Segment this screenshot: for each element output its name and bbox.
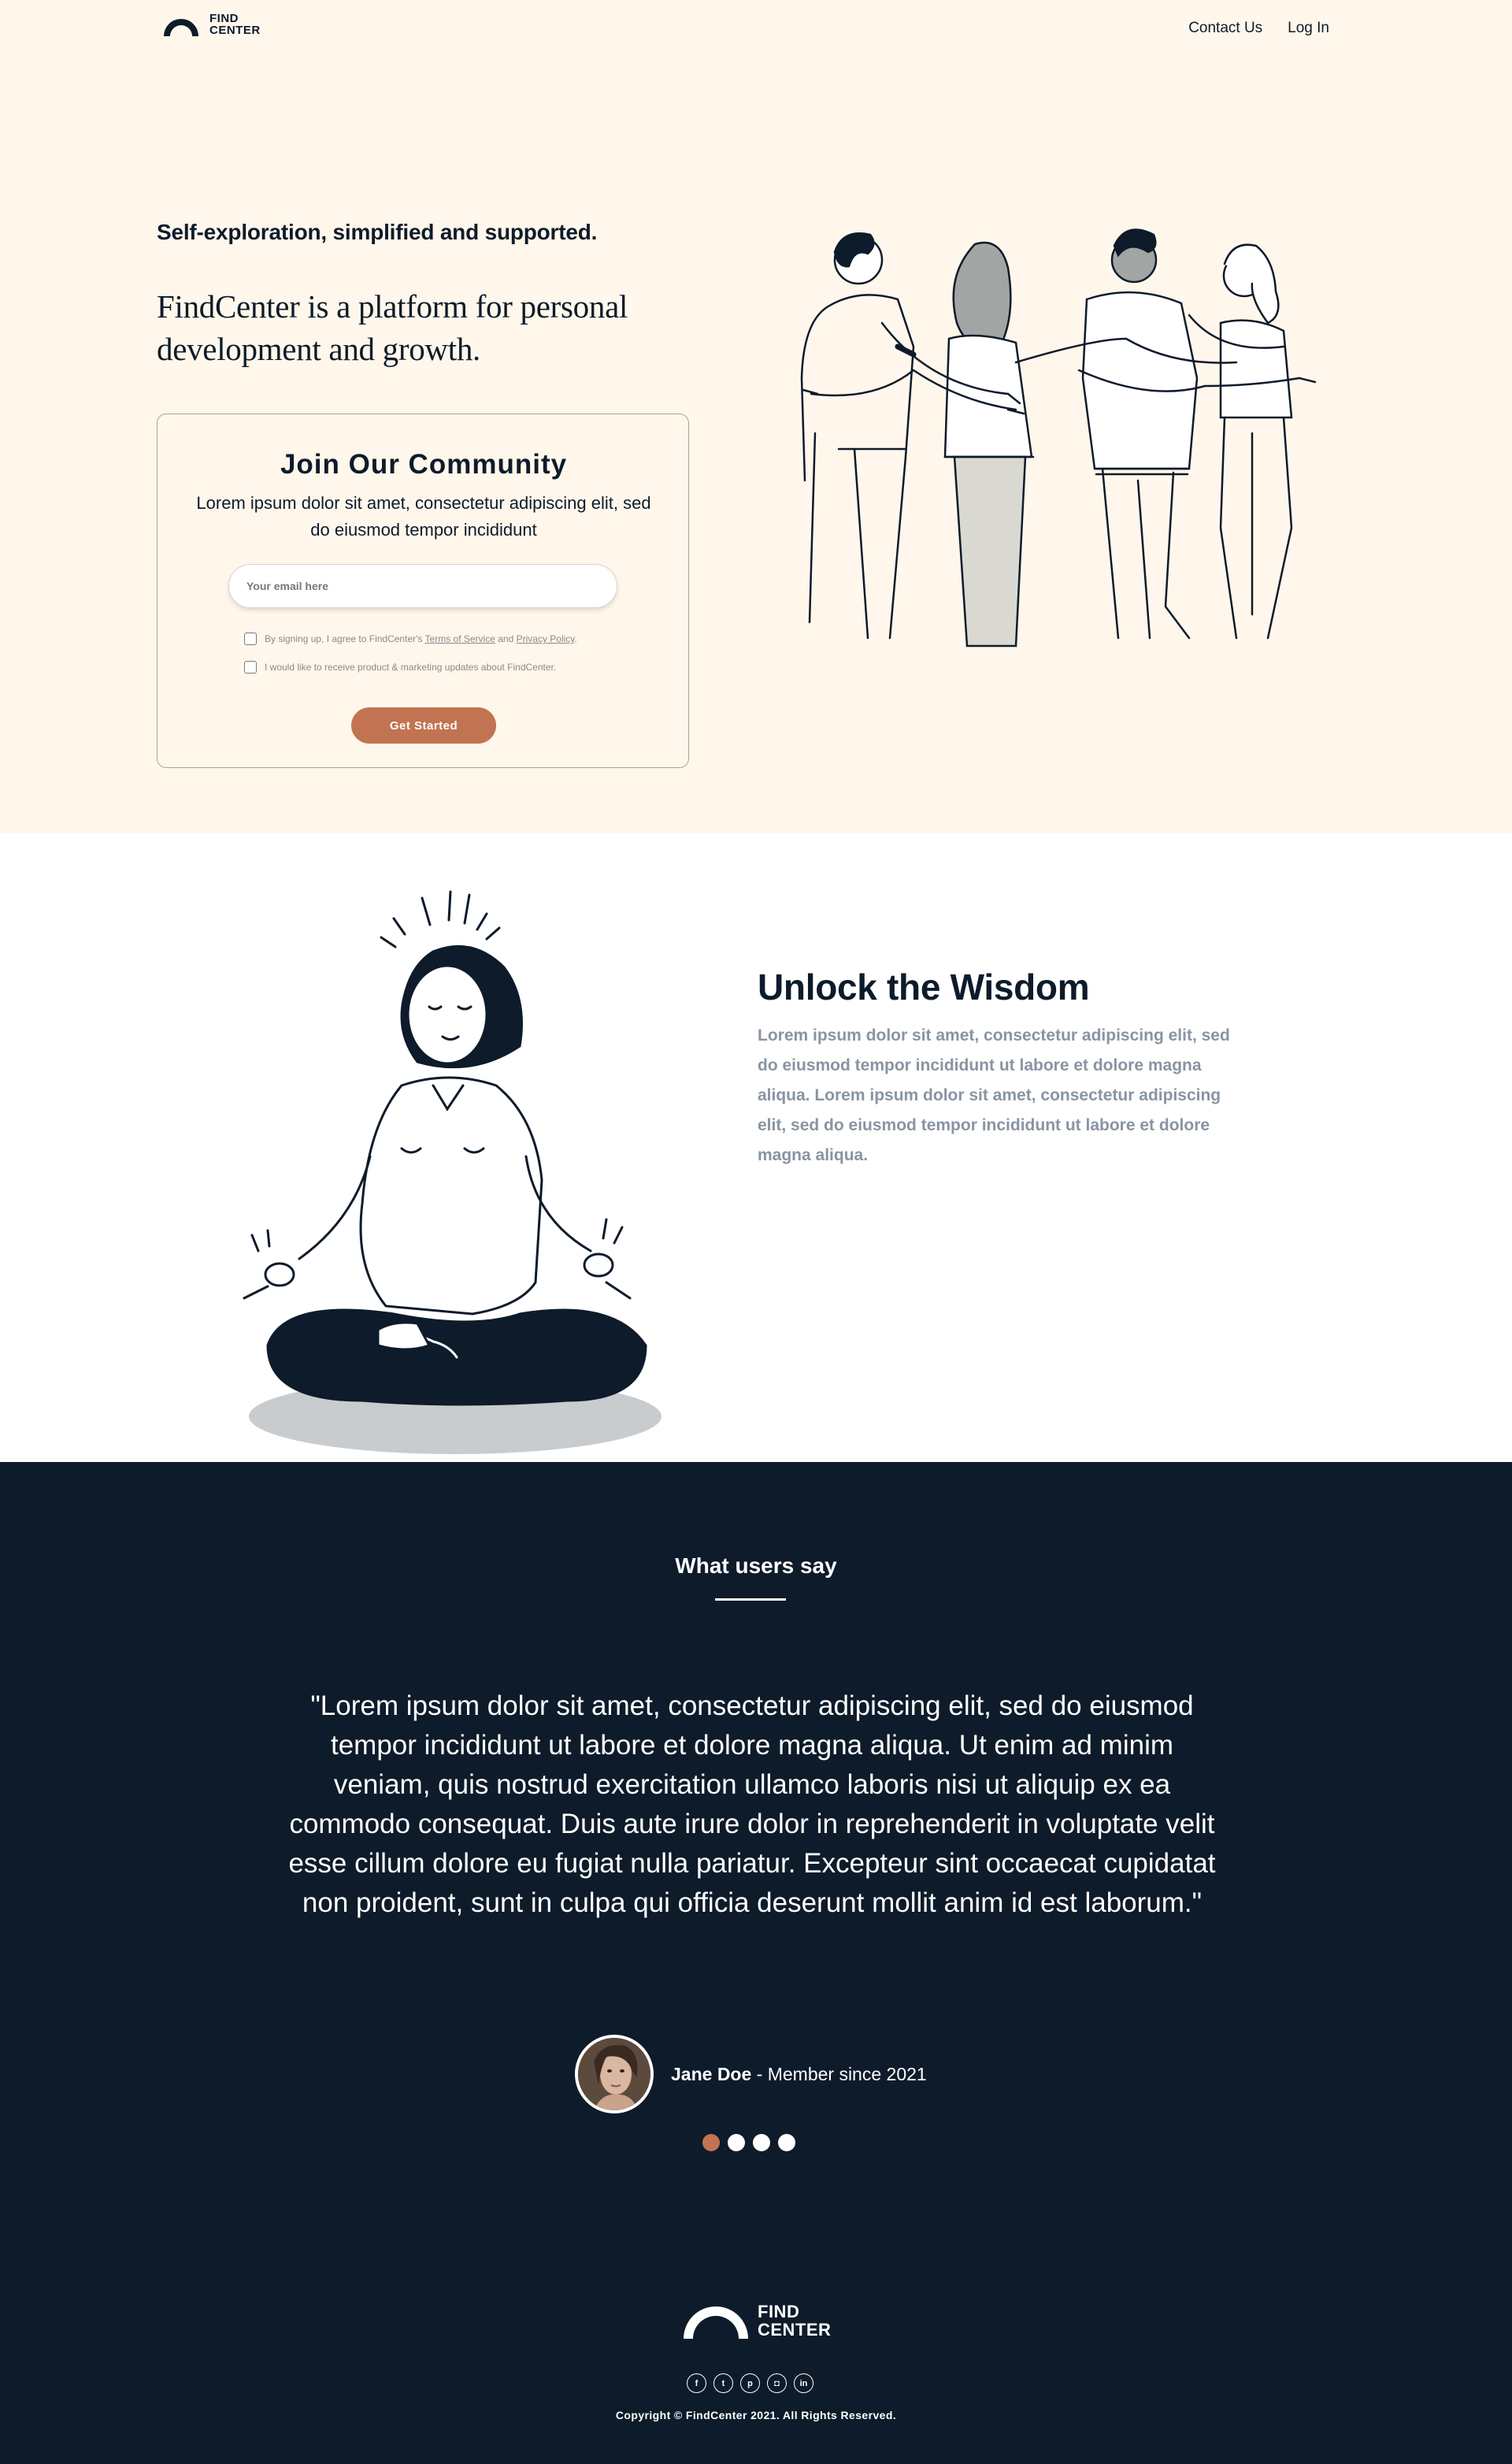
social-links: f t p ◘ in <box>687 2373 813 2393</box>
join-title: Join Our Community <box>280 449 568 480</box>
join-subtitle: Lorem ipsum dolor sit amet, consectetur … <box>196 493 651 540</box>
linkedin-icon[interactable]: in <box>794 2373 813 2393</box>
user-portrait-icon <box>578 2038 650 2110</box>
terms-row: By signing up, I agree to FindCenter's T… <box>244 633 577 645</box>
testimonials-section: What users say "Lorem ipsum dolor sit am… <box>0 1462 1512 2464</box>
brand-line-1: FIND <box>209 12 239 25</box>
logo-arch-icon <box>164 19 198 36</box>
hero-title: FindCenter is a platform for personal de… <box>157 288 628 367</box>
privacy-policy-link[interactable]: Privacy Policy <box>517 633 575 644</box>
author-meta: - Member since 2021 <box>751 2063 927 2084</box>
footer-brand-name: FIND CENTER <box>758 2303 831 2339</box>
twitter-icon[interactable]: t <box>713 2373 733 2393</box>
wisdom-body: Lorem ipsum dolor sit amet, consectetur … <box>758 1026 1230 1164</box>
heading-underline <box>715 1598 786 1601</box>
log-in-link[interactable]: Log In <box>1288 20 1329 37</box>
marketing-text: I would like to receive product & market… <box>265 662 557 673</box>
terms-of-service-link[interactable]: Terms of Service <box>425 633 495 644</box>
terms-and: and <box>498 633 514 644</box>
marketing-row: I would like to receive product & market… <box>244 661 556 674</box>
terms-text: By signing up, I agree to FindCenter's T… <box>265 633 577 644</box>
terms-checkbox[interactable] <box>244 633 257 645</box>
pinterest-icon[interactable]: p <box>740 2373 760 2393</box>
wisdom-title: Unlock the Wisdom <box>758 967 1090 1007</box>
instagram-icon[interactable]: ◘ <box>767 2373 787 2393</box>
meditation-illustration <box>243 890 662 1454</box>
group-hug-illustration <box>800 228 1317 648</box>
carousel-dot-4[interactable] <box>778 2134 795 2151</box>
author-name: Jane Doe <box>671 2063 752 2084</box>
carousel-dots <box>702 2134 795 2151</box>
copyright-text: Copyright © FindCenter 2021. All Rights … <box>615 2409 897 2421</box>
carousel-dot-2[interactable] <box>728 2134 745 2151</box>
email-input[interactable] <box>228 564 617 608</box>
logo-arch-icon <box>684 2306 748 2339</box>
hero-section: FIND CENTER Contact Us Log In Self-explo… <box>0 0 1512 833</box>
hero-tagline: Self-exploration, simplified and support… <box>157 220 598 244</box>
brand-line-2: CENTER <box>209 24 261 37</box>
footer-logo[interactable]: FIND CENTER <box>680 2301 831 2340</box>
testimonial-author: Jane Doe - Member since 2021 <box>575 2035 927 2113</box>
terms-prefix: By signing up, I agree to FindCenter's <box>265 633 423 644</box>
nav-links: Contact Us Log In <box>1188 20 1329 37</box>
footer-brand-line-2: CENTER <box>758 2320 832 2340</box>
marketing-checkbox[interactable] <box>244 661 257 674</box>
testimonials-heading: What users say <box>675 1553 837 1578</box>
brand-logo[interactable]: FIND CENTER <box>161 11 261 38</box>
contact-us-link[interactable]: Contact Us <box>1188 20 1262 37</box>
author-text: Jane Doe - Member since 2021 <box>671 2064 927 2085</box>
carousel-dot-3[interactable] <box>753 2134 770 2151</box>
join-community-card: Join Our Community Lorem ipsum dolor sit… <box>157 414 689 768</box>
testimonial-quote: "Lorem ipsum dolor sit amet, consectetur… <box>288 1690 1216 1918</box>
avatar <box>575 2035 654 2113</box>
carousel-dot-1[interactable] <box>702 2134 720 2151</box>
brand-name: FIND CENTER <box>209 13 261 36</box>
wisdom-section: Unlock the Wisdom Lorem ipsum dolor sit … <box>0 833 1512 1462</box>
footer-brand-line-1: FIND <box>758 2302 800 2321</box>
top-nav: FIND CENTER Contact Us Log In <box>0 0 1512 58</box>
get-started-button[interactable]: Get Started <box>351 707 496 744</box>
facebook-icon[interactable]: f <box>687 2373 706 2393</box>
